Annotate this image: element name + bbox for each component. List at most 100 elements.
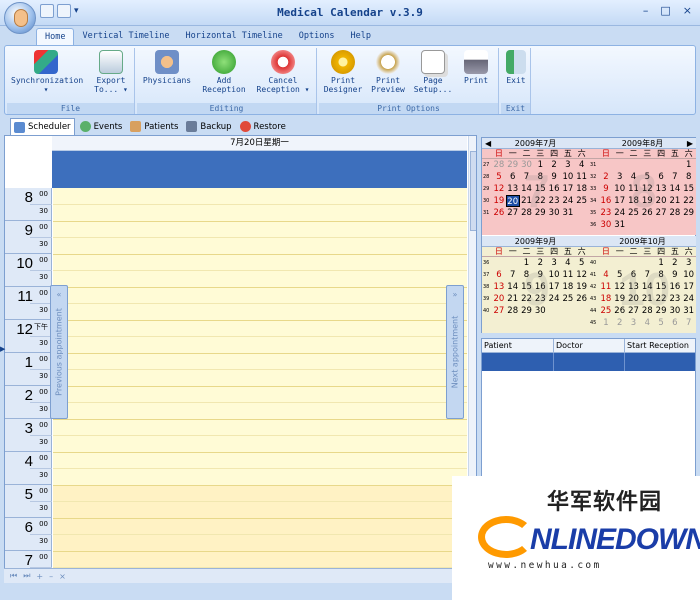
last-icon[interactable]: ⏭ [23, 571, 30, 581]
calendar-day[interactable]: 28 [492, 159, 506, 171]
calendar-day[interactable]: 3 [613, 171, 627, 183]
calendar-day[interactable]: 19 [492, 195, 506, 207]
calendar-day[interactable]: 28 [506, 305, 520, 317]
column-doctor[interactable]: Doctor [554, 339, 625, 352]
calendar-day[interactable]: 20 [492, 293, 506, 305]
delete-icon[interactable]: × [59, 572, 66, 581]
calendar-day[interactable]: 7 [668, 171, 682, 183]
collapse-arrow-icon[interactable]: ▶ [0, 345, 5, 353]
calendar-day[interactable]: 11 [575, 171, 589, 183]
remove-icon[interactable]: – [49, 572, 53, 581]
calendar-day[interactable]: 6 [668, 317, 682, 329]
close-button[interactable]: × [683, 4, 692, 17]
tab-events[interactable]: Events [77, 118, 126, 135]
application-menu-button[interactable] [4, 2, 36, 34]
calendar-day[interactable]: 3 [561, 159, 575, 171]
print-button[interactable]: Print [459, 50, 493, 85]
calendar-day[interactable]: 31 [561, 207, 575, 219]
calendar-day[interactable]: 9 [599, 183, 613, 195]
calendar-day[interactable]: 18 [561, 281, 575, 293]
calendar-day[interactable]: 25 [575, 195, 589, 207]
add-icon[interactable]: + [36, 572, 43, 581]
calendar-day[interactable]: 10 [561, 171, 575, 183]
previous-appointment-button[interactable]: « Previous appointment [50, 285, 68, 419]
maximize-button[interactable]: □ [660, 4, 670, 17]
calendar-day[interactable]: 27 [506, 207, 520, 219]
calendar-day[interactable]: 10 [613, 183, 627, 195]
calendar-day[interactable]: 31 [613, 219, 627, 231]
tab-help[interactable]: Help [343, 28, 379, 46]
calendar-day[interactable]: 16 [599, 195, 613, 207]
calendar-day[interactable]: 19 [575, 281, 589, 293]
tab-scheduler[interactable]: Scheduler [10, 118, 75, 135]
calendar-day[interactable]: 26 [575, 293, 589, 305]
calendar-day[interactable]: 21 [668, 195, 682, 207]
tab-patients[interactable]: Patients [127, 118, 181, 135]
table-row[interactable] [482, 353, 695, 371]
calendar-day[interactable]: 29 [682, 207, 696, 219]
minimize-button[interactable]: – [643, 4, 649, 17]
calendar-day[interactable]: 24 [682, 293, 696, 305]
calendar-day[interactable]: 31 [682, 305, 696, 317]
customize-quick-access-icon[interactable]: ▾ [74, 4, 84, 18]
calendar-day[interactable]: 7 [682, 317, 696, 329]
physicians-button[interactable]: Physicians [141, 50, 193, 85]
calendar-day[interactable]: 28 [668, 207, 682, 219]
calendar-day[interactable]: 7 [506, 269, 520, 281]
calendar-day[interactable]: 5 [575, 257, 589, 269]
calendar-day[interactable]: 30 [599, 219, 613, 231]
calendar-day[interactable]: 8 [682, 171, 696, 183]
next-month-icon[interactable]: ▶ [687, 138, 693, 149]
calendar-day[interactable]: 29 [506, 159, 520, 171]
print-quick-icon[interactable] [40, 4, 54, 18]
calendar-day[interactable]: 12 [575, 269, 589, 281]
calendar-day[interactable]: 18 [575, 183, 589, 195]
cancel-reception-button[interactable]: Cancel Reception ▾ [255, 50, 311, 94]
calendar-day[interactable]: 5 [654, 317, 668, 329]
add-reception-button[interactable]: Add Reception [201, 50, 247, 94]
calendar-day[interactable]: 17 [561, 183, 575, 195]
calendar-day[interactable]: 1 [682, 159, 696, 171]
column-patient[interactable]: Patient [482, 339, 554, 352]
calendar-day[interactable]: 24 [613, 207, 627, 219]
page-setup-button[interactable]: Page Setup... [411, 50, 455, 94]
calendar-day[interactable]: 27 [492, 305, 506, 317]
calendar-day[interactable]: 25 [561, 293, 575, 305]
calendar-day[interactable]: 18 [599, 293, 613, 305]
calendar-day[interactable]: 21 [506, 293, 520, 305]
calendar-day[interactable]: 11 [599, 281, 613, 293]
calendar-day[interactable]: 23 [599, 207, 613, 219]
calendar-day[interactable]: 13 [492, 281, 506, 293]
calendar-day[interactable]: 2 [599, 171, 613, 183]
tab-backup[interactable]: Backup [183, 118, 234, 135]
exit-button[interactable]: Exit [503, 50, 529, 85]
calendar-day[interactable]: 26 [492, 207, 506, 219]
calendar-day[interactable]: 17 [682, 281, 696, 293]
calendar-day[interactable]: 5 [492, 171, 506, 183]
tab-restore[interactable]: Restore [237, 118, 289, 135]
first-icon[interactable]: ⏮ [10, 571, 17, 581]
print-designer-button[interactable]: Print Designer [321, 50, 365, 94]
calendar-day[interactable]: 17 [613, 195, 627, 207]
calendar-day[interactable]: 4 [575, 159, 589, 171]
prev-month-icon[interactable]: ◀ [485, 138, 491, 149]
calendar-day[interactable]: 13 [506, 183, 520, 195]
selected-day[interactable]: 20 [505, 195, 520, 207]
calendar-day[interactable]: 22 [682, 195, 696, 207]
calendar-day[interactable]: 12 [492, 183, 506, 195]
tab-home[interactable]: Home [36, 28, 75, 46]
calendar-day[interactable]: 4 [599, 269, 613, 281]
calendar-day[interactable]: 3 [682, 257, 696, 269]
calendar-day[interactable]: 4 [640, 317, 654, 329]
calendar-day[interactable]: 4 [561, 257, 575, 269]
calendar-day[interactable]: 6 [506, 171, 520, 183]
calendar-day[interactable]: 1 [599, 317, 613, 329]
calendar-day[interactable]: 14 [506, 281, 520, 293]
calendar-day[interactable]: 3 [627, 317, 641, 329]
time-slot-grid[interactable] [53, 188, 467, 582]
tab-options[interactable]: Options [291, 28, 343, 46]
calendar-day[interactable]: 10 [682, 269, 696, 281]
scrollbar-thumb[interactable] [470, 151, 476, 231]
calendar-day[interactable]: 15 [682, 183, 696, 195]
save-quick-icon[interactable] [57, 4, 71, 18]
